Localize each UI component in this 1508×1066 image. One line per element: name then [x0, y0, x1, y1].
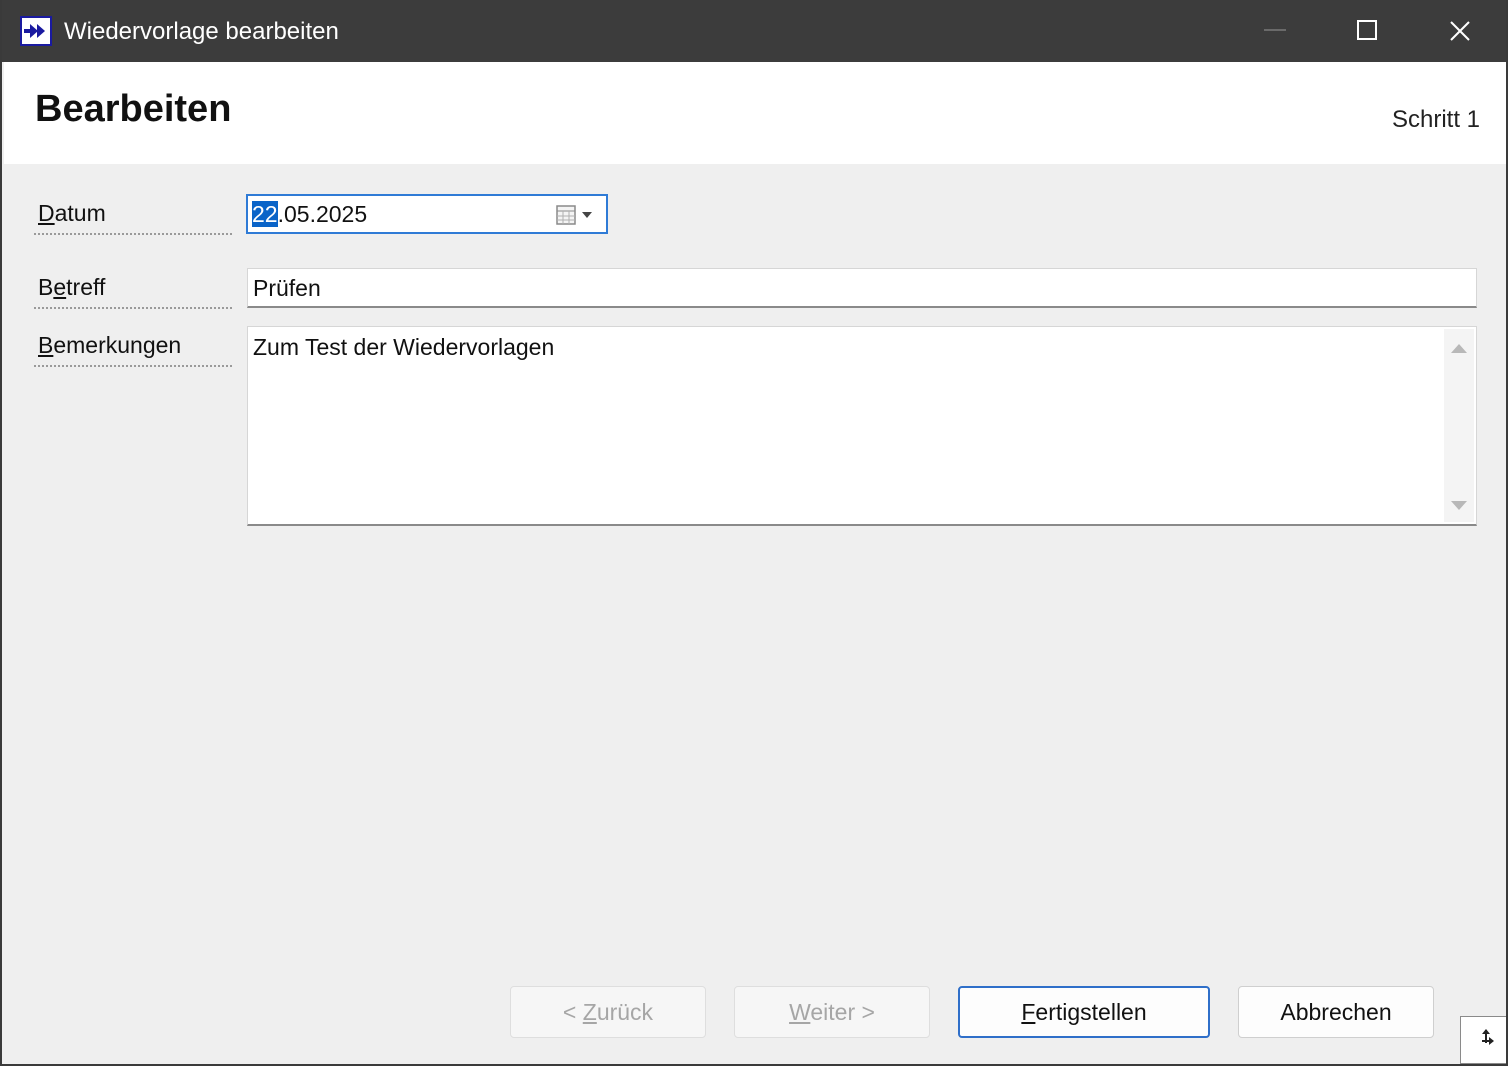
date-label-accel: D	[38, 200, 55, 226]
date-picker[interactable]: 22.05.2025	[246, 194, 608, 234]
calendar-dropdown-button[interactable]	[556, 204, 596, 226]
maximize-button[interactable]	[1322, 0, 1414, 62]
subject-label-first: B	[38, 274, 54, 300]
title-bar[interactable]: Wiedervorlage bearbeiten	[2, 0, 1506, 62]
next-button-rest: eiter >	[810, 999, 875, 1025]
calendar-icon	[556, 205, 576, 225]
close-button[interactable]	[1414, 0, 1506, 62]
finish-button-rest: ertigstellen	[1035, 999, 1147, 1025]
notes-value[interactable]: Zum Test der Wiedervorlagen	[253, 334, 554, 361]
resize-grip[interactable]	[1460, 1016, 1506, 1064]
minimize-button[interactable]	[1230, 0, 1322, 62]
back-button[interactable]: < Zurück	[510, 986, 706, 1038]
dialog-window: Wiedervorlage bearbeiten Bearbeiten Schr…	[0, 0, 1508, 1066]
next-button[interactable]: Weiter >	[734, 986, 930, 1038]
next-button-accel: W	[789, 999, 811, 1025]
notes-textarea[interactable]: Zum Test der Wiedervorlagen	[247, 326, 1477, 526]
close-icon	[1450, 21, 1470, 41]
step-indicator: Schritt 1	[1391, 106, 1480, 133]
notes-label-accel: B	[38, 332, 54, 358]
scroll-down-icon[interactable]	[1450, 499, 1468, 513]
finish-button-accel: F	[1021, 999, 1036, 1025]
finish-button[interactable]: Fertigstellen	[958, 986, 1210, 1038]
cancel-button[interactable]: Abbrechen	[1238, 986, 1434, 1038]
minimize-icon	[1264, 29, 1286, 31]
notes-label: Bemerkungen	[34, 332, 232, 367]
notes-scrollbar[interactable]	[1444, 329, 1474, 522]
subject-label-rest: treff	[66, 274, 106, 300]
chevron-down-icon	[582, 212, 592, 218]
date-label: Datum	[34, 200, 232, 235]
subject-input[interactable]: Prüfen	[247, 268, 1477, 308]
back-button-accel: Z	[582, 999, 597, 1025]
date-day-selected: 22	[252, 201, 278, 227]
subject-label: Betreff	[34, 274, 232, 309]
date-value[interactable]: 22.05.2025	[252, 201, 367, 228]
page-title: Bearbeiten	[35, 88, 232, 130]
back-button-prefix: <	[562, 999, 583, 1025]
maximize-icon	[1357, 20, 1377, 40]
notes-label-rest: emerkungen	[53, 332, 182, 358]
window-title: Wiedervorlage bearbeiten	[64, 18, 339, 45]
wizard-header: Bearbeiten Schritt 1	[4, 62, 1506, 164]
back-button-rest: urück	[596, 999, 654, 1025]
subject-value[interactable]: Prüfen	[253, 275, 321, 302]
date-label-rest: atum	[54, 200, 106, 226]
forward-arrows-icon	[20, 16, 52, 46]
date-value-rest: .05.2025	[277, 201, 368, 227]
subject-label-accel: e	[53, 274, 67, 300]
scroll-up-icon[interactable]	[1450, 341, 1468, 355]
resize-grip-icon	[1482, 1029, 1494, 1045]
